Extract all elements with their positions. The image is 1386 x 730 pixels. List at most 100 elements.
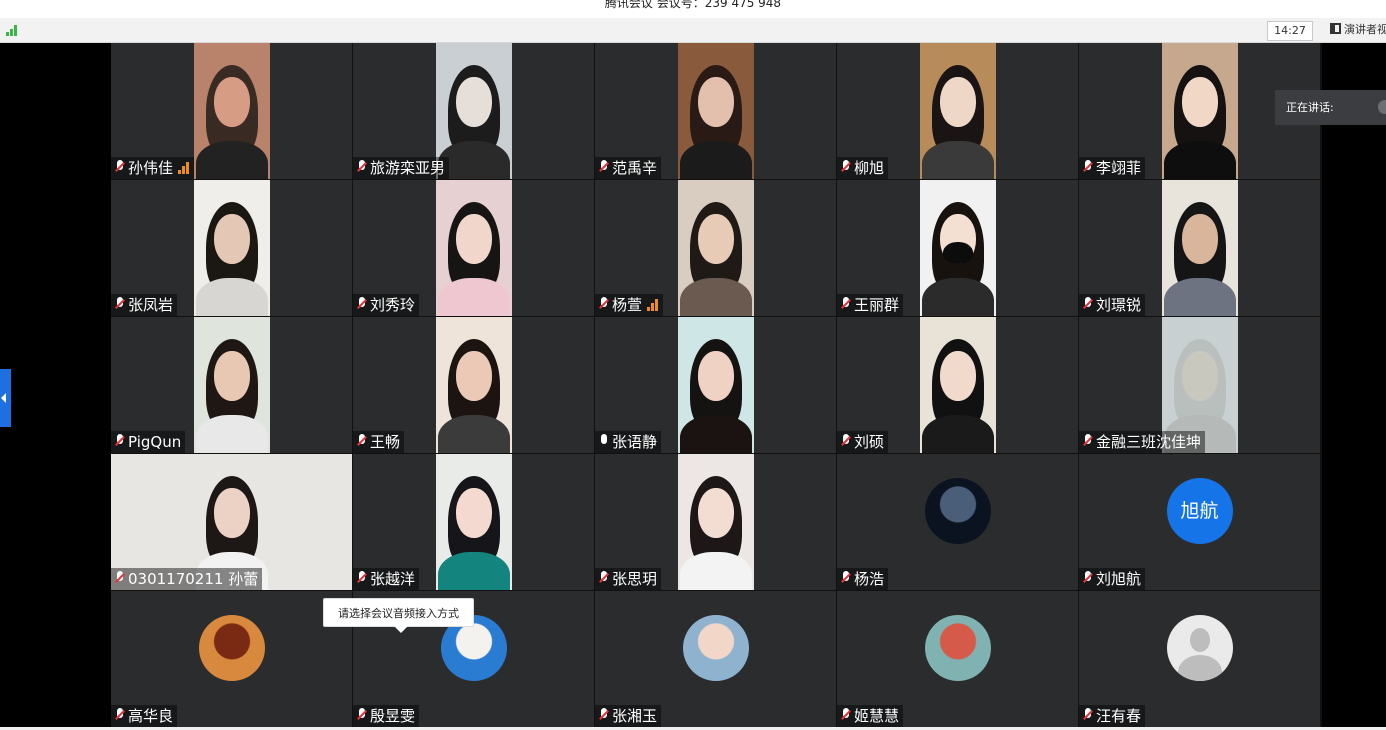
layout-icon [1330,23,1341,34]
participant-tile[interactable]: 范禹辛 [595,43,836,179]
volume-level-icon [647,299,659,311]
mic-icon [597,433,611,449]
mic-muted-icon [113,707,127,723]
mic-muted-icon [839,159,853,175]
participant-namebar: 刘旭航 [1079,568,1146,590]
participant-namebar: 金融三班沈佳坤 [1079,431,1206,453]
participant-tile[interactable]: 刘硕 [837,317,1078,453]
collapse-knob[interactable] [1378,100,1386,114]
participant-video [678,454,754,590]
participant-namebar: 汪有春 [1079,705,1146,727]
audio-join-tooltip[interactable]: 请选择会议音频接入方式 [323,598,474,633]
participant-tile[interactable]: 姬慧慧 [837,591,1078,727]
participant-name: 姬慧慧 [854,707,900,725]
mic-muted-icon [1081,296,1095,312]
participant-namebar: 张凤岩 [111,294,178,316]
participant-tile[interactable]: 杨萱 [595,180,836,316]
meeting-toolbar: 14:27 演讲者视图 [0,18,1386,43]
mic-muted-icon [355,433,369,449]
participant-tile[interactable]: 王畅 [353,317,594,453]
participant-namebar: 李翊菲 [1079,157,1146,179]
mic-muted-icon [113,433,127,449]
participant-name: 旅游栾亚男 [370,159,446,177]
participant-name: 王畅 [370,433,401,451]
meeting-clock: 14:27 [1267,21,1313,41]
participant-tile[interactable]: 金融三班沈佳坤 [1079,317,1320,453]
participant-tile[interactable]: 张凤岩 [111,180,352,316]
participant-namebar: 张思玥 [595,568,662,590]
participant-tile[interactable]: 张越洋 [353,454,594,590]
participant-namebar: PigQun [111,431,186,453]
participant-tile[interactable]: PigQun [111,317,352,453]
mic-muted-icon [1081,433,1095,449]
participant-tile[interactable]: 柳旭 [837,43,1078,179]
participant-name: 杨萱 [612,296,643,314]
volume-level-icon [178,162,190,174]
participant-tile[interactable]: 王丽群 [837,180,1078,316]
participant-name: 张越洋 [370,570,416,588]
participant-video [920,43,996,179]
speaking-indicator: 正在讲话: [1275,90,1386,125]
participant-name: 刘硕 [854,433,885,451]
participant-name: 张湘玉 [612,707,658,725]
participant-namebar: 杨萱 [595,294,664,316]
mic-muted-icon [1081,570,1095,586]
participant-namebar: 王丽群 [837,294,904,316]
participant-name: 张思玥 [612,570,658,588]
participant-video [1162,180,1238,316]
participant-name: 殷昱雯 [370,707,416,725]
participant-name: 刘秀玲 [370,296,416,314]
participant-namebar: 张语静 [595,431,662,453]
participant-name: 汪有春 [1096,707,1142,725]
speaker-view-label: 演讲者视图 [1344,23,1386,36]
window-title-bar: 腾讯会议 会议号：239 475 948 [0,0,1386,18]
mic-muted-icon [355,707,369,723]
participant-name: 范禹辛 [612,159,658,177]
mic-muted-icon [597,707,611,723]
participant-video [194,180,270,316]
participant-tile[interactable]: 张湘玉 [595,591,836,727]
default-avatar-icon [1166,615,1233,681]
mic-muted-icon [355,296,369,312]
participant-name: 张语静 [612,433,658,451]
mic-muted-icon [113,570,127,586]
mic-muted-icon [597,570,611,586]
participant-video [678,43,754,179]
participant-tile[interactable]: 旅游栾亚男 [353,43,594,179]
participant-namebar: 柳旭 [837,157,889,179]
mic-muted-icon [839,296,853,312]
speaker-view-button[interactable]: 演讲者视图 [1330,21,1386,39]
participant-namebar: 孙伟佳 [111,157,195,179]
participant-tile[interactable]: 0301170211 孙蕾 [111,454,352,590]
participant-namebar: 张越洋 [353,568,420,590]
participant-tile[interactable]: 高华良 [111,591,352,727]
participant-avatar [924,478,991,544]
window-title: 腾讯会议 会议号：239 475 948 [604,0,782,10]
participant-video [194,43,270,179]
mic-muted-icon [597,159,611,175]
participant-namebar: 高华良 [111,705,178,727]
participant-name: 柳旭 [854,159,885,177]
participant-name: 刘旭航 [1096,570,1142,588]
participant-tile[interactable]: 旭航 刘旭航 [1079,454,1320,590]
participant-tile[interactable]: 汪有春 [1079,591,1320,727]
mic-muted-icon [839,570,853,586]
participant-namebar: 殷昱雯 [353,705,420,727]
participant-name: 刘璟锐 [1096,296,1142,314]
participant-tile[interactable]: 刘璟锐 [1079,180,1320,316]
network-signal-icon[interactable] [6,25,20,36]
participant-avatar [198,615,265,681]
expand-panel-handle[interactable] [0,369,11,427]
participant-tile[interactable]: 刘秀玲 [353,180,594,316]
participant-tile[interactable]: 孙伟佳 [111,43,352,179]
participant-tile[interactable]: 张思玥 [595,454,836,590]
participant-name: 杨浩 [854,570,885,588]
participant-video [436,317,512,453]
participant-tile[interactable]: 张语静 [595,317,836,453]
participant-video [920,180,996,316]
participant-namebar: 刘璟锐 [1079,294,1146,316]
participant-name: 孙伟佳 [128,159,174,177]
participant-video [678,317,754,453]
participant-tile[interactable]: 杨浩 [837,454,1078,590]
participant-video [1162,43,1238,179]
